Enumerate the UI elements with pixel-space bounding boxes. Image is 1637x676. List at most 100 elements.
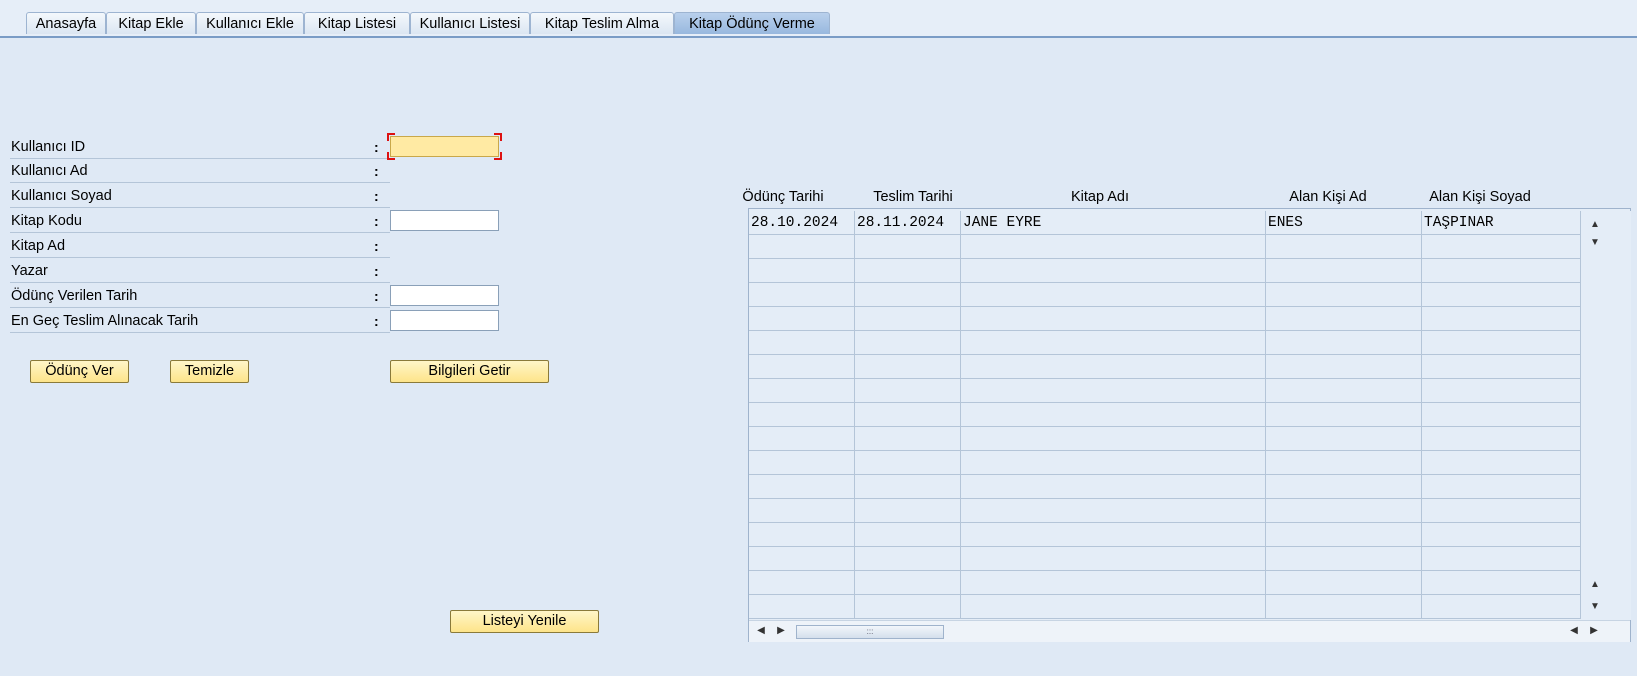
scroll-page-left-icon[interactable]: ◀ (1567, 625, 1581, 636)
table-cell[interactable] (1266, 355, 1422, 379)
table-cell[interactable] (855, 427, 961, 451)
table-cell[interactable] (1266, 523, 1422, 547)
table-cell[interactable] (1266, 427, 1422, 451)
table-cell[interactable] (749, 595, 855, 619)
table-cell[interactable]: 28.10.2024 (749, 211, 855, 235)
scroll-thumb[interactable]: ::: (796, 625, 944, 639)
table-cell[interactable] (855, 355, 961, 379)
table-cell[interactable] (1422, 355, 1581, 379)
table-cell[interactable] (1422, 259, 1581, 283)
table-cell[interactable] (855, 331, 961, 355)
bilgileri-getir-button[interactable]: Bilgileri Getir (390, 360, 549, 383)
odunc-ver-button[interactable]: Ödünç Ver (30, 360, 129, 383)
table-cell[interactable] (1422, 547, 1581, 571)
table-cell[interactable] (749, 235, 855, 259)
table-cell[interactable] (1422, 427, 1581, 451)
table-cell[interactable] (749, 403, 855, 427)
en-gec-teslim-tarih-input[interactable] (390, 310, 499, 331)
table-cell[interactable] (749, 475, 855, 499)
table-cell[interactable] (1422, 499, 1581, 523)
table-cell[interactable] (1422, 235, 1581, 259)
table-cell[interactable] (1266, 235, 1422, 259)
table-cell[interactable] (961, 379, 1266, 403)
vertical-scrollbar[interactable]: ▲ ▼ ▲ ▼ (1581, 211, 1631, 620)
tab-kitap-teslim-alma[interactable]: Kitap Teslim Alma (530, 12, 674, 34)
table-cell[interactable] (1422, 571, 1581, 595)
horizontal-scrollbar[interactable]: ◀ ▶ ::: ◀ ▶ (749, 620, 1630, 642)
table-cell[interactable] (961, 259, 1266, 283)
table-cell[interactable] (749, 307, 855, 331)
table-cell[interactable] (855, 235, 961, 259)
table-cell[interactable] (961, 403, 1266, 427)
table-cell[interactable] (1422, 403, 1581, 427)
table-cell[interactable] (1266, 259, 1422, 283)
scroll-up-arrow-icon[interactable]: ▲ (1588, 219, 1602, 230)
table-cell[interactable] (961, 547, 1266, 571)
table-cell[interactable] (961, 331, 1266, 355)
scroll-right-arrow-icon[interactable]: ▶ (774, 625, 788, 636)
table-cell[interactable] (749, 283, 855, 307)
table-cell[interactable] (1422, 283, 1581, 307)
table-cell[interactable] (961, 571, 1266, 595)
table-cell[interactable] (961, 451, 1266, 475)
table-cell[interactable] (855, 259, 961, 283)
table-cell[interactable] (1422, 331, 1581, 355)
table-cell[interactable] (961, 523, 1266, 547)
table-cell[interactable] (855, 523, 961, 547)
column-header-alan-kisi-ad[interactable]: Alan Kişi Ad (1285, 187, 1371, 207)
scroll-page-up-icon[interactable]: ▲ (1588, 579, 1602, 590)
scroll-left-arrow-icon[interactable]: ◀ (754, 625, 768, 636)
table-cell[interactable] (1266, 307, 1422, 331)
column-header-odunc-tarihi[interactable]: Ödünç Tarihi (742, 187, 824, 207)
table-cell[interactable] (855, 451, 961, 475)
table-cell[interactable] (749, 427, 855, 451)
table-cell[interactable] (855, 475, 961, 499)
table-cell[interactable] (1266, 475, 1422, 499)
tab-kitap-ekle[interactable]: Kitap Ekle (106, 12, 196, 34)
table-cell[interactable] (961, 307, 1266, 331)
table-cell[interactable] (1266, 403, 1422, 427)
table-cell[interactable] (749, 523, 855, 547)
table-cell[interactable] (749, 379, 855, 403)
table-cell[interactable] (1266, 571, 1422, 595)
table-cell[interactable] (1266, 283, 1422, 307)
table-cell[interactable] (749, 331, 855, 355)
tab-kullanici-ekle[interactable]: Kullanıcı Ekle (196, 12, 304, 34)
table-cell[interactable] (961, 595, 1266, 619)
tab-anasayfa[interactable]: Anasayfa (26, 12, 106, 34)
kullanici-id-input[interactable] (390, 136, 499, 157)
table-cell[interactable] (961, 355, 1266, 379)
table-cell[interactable] (1422, 379, 1581, 403)
column-header-kitap-adi[interactable]: Kitap Adı (1060, 187, 1140, 207)
table-cell[interactable]: ENES (1266, 211, 1422, 235)
table-cell[interactable] (1422, 451, 1581, 475)
table-cell[interactable] (961, 283, 1266, 307)
table-cell[interactable]: JANE EYRE (961, 211, 1266, 235)
table-cell[interactable] (1266, 379, 1422, 403)
listeyi-yenile-button[interactable]: Listeyi Yenile (450, 610, 599, 633)
column-header-teslim-tarihi[interactable]: Teslim Tarihi (868, 187, 958, 207)
table-cell[interactable] (855, 499, 961, 523)
table-cell[interactable]: 28.11.2024 (855, 211, 961, 235)
tab-kullanici-listesi[interactable]: Kullanıcı Listesi (410, 12, 530, 34)
table-cell[interactable] (749, 451, 855, 475)
table-cell[interactable] (1422, 595, 1581, 619)
table-cell[interactable] (1422, 523, 1581, 547)
table-cell[interactable] (961, 235, 1266, 259)
table-cell[interactable] (749, 259, 855, 283)
table-cell[interactable] (961, 475, 1266, 499)
column-header-alan-kisi-soyad[interactable]: Alan Kişi Soyad (1425, 187, 1535, 207)
table-cell[interactable] (1266, 499, 1422, 523)
scroll-page-right-icon[interactable]: ▶ (1587, 625, 1601, 636)
table-cell[interactable] (855, 403, 961, 427)
table-cell[interactable] (1266, 595, 1422, 619)
table-cell[interactable] (855, 283, 961, 307)
table-cell[interactable] (855, 571, 961, 595)
table-cell[interactable] (961, 427, 1266, 451)
kitap-kodu-input[interactable] (390, 210, 499, 231)
scroll-down-arrow-icon[interactable]: ▼ (1588, 237, 1602, 248)
table-cell[interactable] (1266, 331, 1422, 355)
table-cell[interactable] (749, 499, 855, 523)
temizle-button[interactable]: Temizle (170, 360, 249, 383)
table-cell[interactable] (1266, 547, 1422, 571)
